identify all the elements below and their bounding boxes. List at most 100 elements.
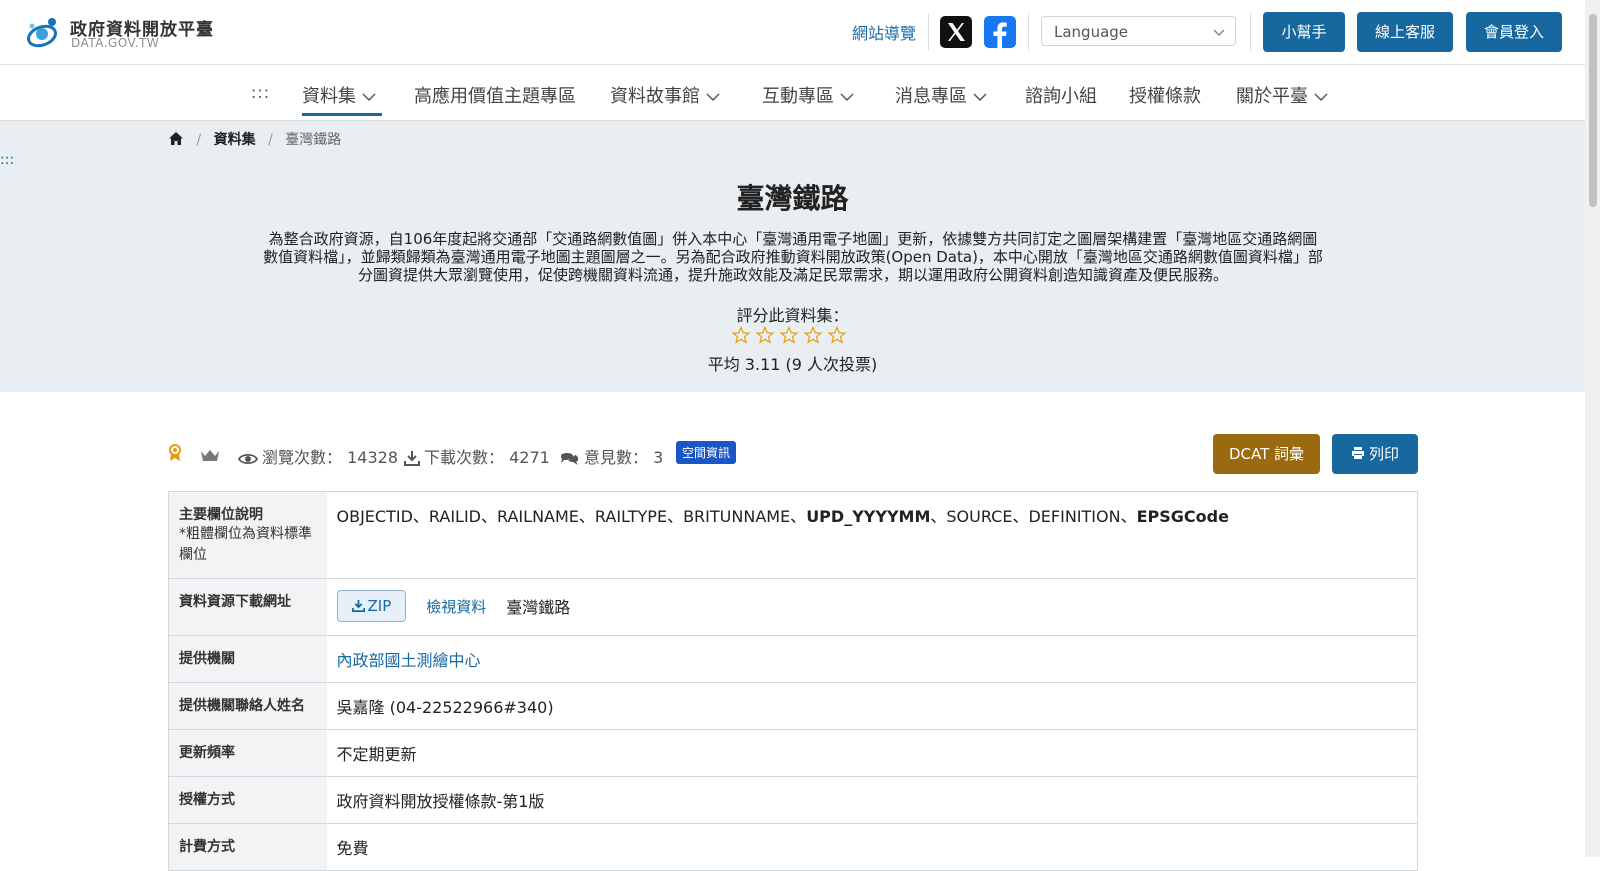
nav-item-datasets[interactable]: 資料集 [302,82,376,108]
nav-accesskey[interactable]: ::: [251,83,270,102]
provider-value: 內政部國土測繪中心 [326,635,1418,683]
chevron-down-icon [706,93,720,102]
nav-item-label: 互動專區 [762,86,834,107]
site-logo[interactable]: 政府資料開放平臺 DATA.GOV.TW [24,12,214,52]
nav-item-label: 資料故事館 [610,86,700,107]
language-select[interactable]: Language [1041,16,1236,46]
nav-item-interactive[interactable]: 互動專區 [762,82,854,108]
downloads-label: 下載次數： [424,448,505,467]
nav-item-high-value[interactable]: 高應用價值主題專區 [414,82,576,108]
nav-item-stories[interactable]: 資料故事館 [610,82,720,108]
field-name: RAILTYPE [594,507,668,526]
star-icon [755,325,775,344]
language-placeholder: Language [1054,23,1129,41]
category-tag[interactable]: 空間資訊 [676,441,737,464]
breadcrumb-datasets[interactable]: 資料集 [214,132,256,148]
nav-active-indicator [302,113,382,116]
divider [1028,13,1029,51]
license-value: 政府資料開放授權條款-第1版 [326,776,1418,824]
x-twitter-icon[interactable] [940,16,972,48]
table-row: 計費方式 免費 [168,823,1418,871]
logo-subtitle: DATA.GOV.TW [71,36,160,50]
chevron-down-icon [1213,29,1225,37]
downloads-stat: 下載次數： 4271 [404,444,550,468]
field-list: OBJECTID、RAILID、RAILNAME、RAILTYPE、BRITUN… [336,507,1229,526]
page-title: 臺灣鐵路 [736,182,849,215]
row-key: 主要欄位說明 *粗體欄位為資料標準欄位 [168,491,327,579]
download-icon [404,451,420,466]
home-icon[interactable] [168,131,184,146]
zip-download-button[interactable]: ZIP [336,590,407,622]
row-key: 資料資源下載網址 [168,578,327,636]
nav-item-news[interactable]: 消息專區 [895,82,987,108]
nav-item-license[interactable]: 授權條款 [1129,82,1201,108]
print-label: 列印 [1368,445,1399,463]
logo-icon [26,18,58,48]
field-name: BRITUNNAME [683,507,791,526]
scrollbar-thumb[interactable] [1589,14,1597,207]
main-nav: ::: 資料集 高應用價值主題專區 資料故事館 互動專區 消息專區 諮詢小組 授… [0,65,1585,121]
field-name: RAILNAME [497,507,579,526]
download-icon [351,599,365,613]
provider-link[interactable]: 內政部國土測繪中心 [337,651,481,670]
sitemap-link[interactable]: 網站導覽 [852,20,916,44]
breadcrumb: / 資料集 / 臺灣鐵路 [168,129,341,149]
views-count: 14328 [347,448,399,467]
field-name: UPD_YYYYMM [806,507,931,526]
field-name: DEFINITION [1028,507,1121,526]
award-icon [168,444,186,463]
facebook-icon[interactable] [984,16,1016,48]
print-icon [1351,447,1364,459]
chevron-down-icon [362,93,376,102]
content-accesskey[interactable]: ::: [0,152,14,168]
divider [928,13,929,51]
comments-label: 意見數： [584,448,649,467]
nav-item-label: 消息專區 [895,86,967,107]
online-service-button[interactable]: 線上客服 [1357,12,1453,52]
field-name: EPSGCode [1136,507,1229,526]
view-data-link[interactable]: 檢視資料 [426,598,486,616]
nav-item-advisory[interactable]: 諮詢小組 [1025,82,1097,108]
fee-value: 免費 [326,823,1418,871]
comments-stat: 意見數： 3 [560,444,663,468]
nav-item-about[interactable]: 關於平臺 [1236,82,1328,108]
fields-key: 主要欄位說明 [179,507,263,523]
eye-icon [237,453,259,465]
field-name: SOURCE [946,507,1013,526]
star-icon [779,325,799,344]
table-row: 提供機關 內政部國土測繪中心 [168,635,1418,683]
comments-count: 3 [653,448,664,467]
table-row: 資料資源下載網址 ZIP 檢視資料 臺灣鐵路 [168,578,1418,636]
contact-value: 吳嘉隆 (04-22522966#340) [326,682,1418,730]
table-row: 更新頻率 不定期更新 [168,729,1418,777]
dataset-info-table: 主要欄位說明 *粗體欄位為資料標準欄位 OBJECTID、RAILID、RAIL… [168,491,1418,871]
row-key: 提供機關聯絡人姓名 [168,682,327,730]
field-name: OBJECTID [336,507,413,526]
download-value: ZIP 檢視資料 臺灣鐵路 [326,578,1418,636]
field-name: RAILID [428,507,481,526]
rating-stars[interactable] [731,325,850,346]
chevron-down-icon [1314,93,1328,102]
chevron-down-icon [973,93,987,102]
helper-button[interactable]: 小幫手 [1263,12,1345,52]
nav-item-label: 關於平臺 [1236,86,1308,107]
row-key: 更新頻率 [168,729,327,777]
crown-icon [200,444,224,463]
views-label: 瀏覽次數： [262,448,343,467]
star-icon [827,325,847,344]
fields-value: OBJECTID、RAILID、RAILNAME、RAILTYPE、BRITUN… [326,491,1418,579]
fields-note: *粗體欄位為資料標準欄位 [179,526,312,563]
member-login-button[interactable]: 會員登入 [1466,12,1562,52]
views-stat: 瀏覽次數： 14328 [237,444,399,468]
row-key: 提供機關 [168,635,327,683]
row-key: 授權方式 [168,776,327,824]
print-button[interactable]: 列印 [1332,434,1418,474]
nav-item-label: 資料集 [302,86,356,107]
row-key: 計費方式 [168,823,327,871]
dcat-vocabulary-button[interactable]: DCAT 詞彙 [1213,434,1320,474]
table-row: 主要欄位說明 *粗體欄位為資料標準欄位 OBJECTID、RAILID、RAIL… [168,491,1418,579]
top-header: 政府資料開放平臺 DATA.GOV.TW 網站導覽 Language 小幫手 線… [0,0,1585,65]
resource-name: 臺灣鐵路 [506,598,571,617]
dataset-hero: / 資料集 / 臺灣鐵路 ::: 臺灣鐵路 為整合政府資源，自106年度起將交通… [0,121,1585,392]
downloads-count: 4271 [509,448,550,467]
